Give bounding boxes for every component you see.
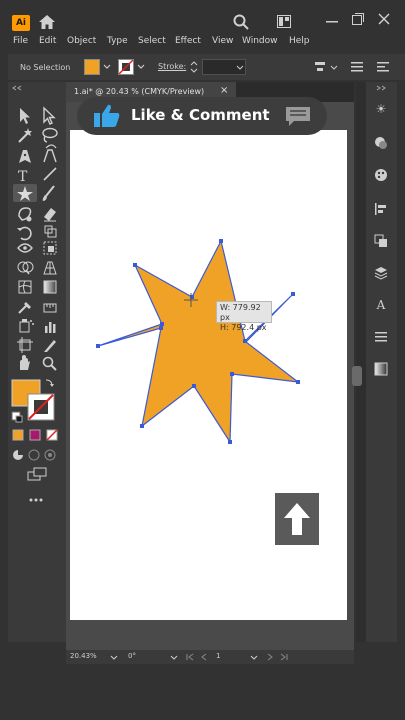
zoom-level[interactable]: 20.43% [70, 652, 97, 660]
dock-collapse-icon[interactable] [376, 85, 386, 91]
pathfinder-panel-icon[interactable] [374, 234, 388, 248]
zoom-dropdown-icon[interactable] [110, 655, 118, 660]
artboard-nav-first-icon[interactable] [186, 653, 194, 661]
thumbs-up-icon [94, 104, 120, 127]
artboard-nav-last-icon[interactable] [280, 653, 288, 661]
artboard-nav-next-icon[interactable] [266, 653, 274, 661]
align-panel-icon[interactable] [374, 202, 388, 216]
tooltip-width: W: 779.92 px [220, 303, 261, 322]
appearance-panel-icon[interactable] [374, 136, 388, 150]
like-comment-banner: Like & Comment [77, 97, 327, 135]
scroll-up-button[interactable] [275, 493, 319, 545]
color-guide-panel-icon[interactable] [374, 168, 388, 182]
layers-panel-icon[interactable] [374, 266, 388, 280]
arrow-up-icon [284, 503, 310, 535]
brightness-panel-icon[interactable]: ☀ [374, 102, 388, 116]
paragraph-panel-icon[interactable] [374, 330, 388, 344]
character-panel-icon[interactable]: A [374, 298, 388, 312]
vertical-scrollbar-track [352, 82, 366, 642]
rotation-value[interactable]: 0° [128, 652, 136, 660]
banner-text: Like & Comment [131, 106, 270, 124]
vertical-scrollbar-thumb[interactable] [352, 366, 362, 386]
status-bar: 20.43% 0° 1 [66, 650, 354, 664]
artboard-nav-prev-icon[interactable] [200, 653, 208, 661]
gradient-panel-icon[interactable] [374, 362, 388, 376]
dimension-tooltip: W: 779.92 px H: 792.4 px [216, 301, 272, 332]
tooltip-height: H: 792.4 px [220, 323, 267, 332]
artboard-dropdown-icon[interactable] [250, 655, 258, 660]
artboard-number[interactable]: 1 [216, 652, 220, 660]
rotation-dropdown-icon[interactable] [170, 655, 178, 660]
comment-bubble-icon [286, 107, 310, 126]
